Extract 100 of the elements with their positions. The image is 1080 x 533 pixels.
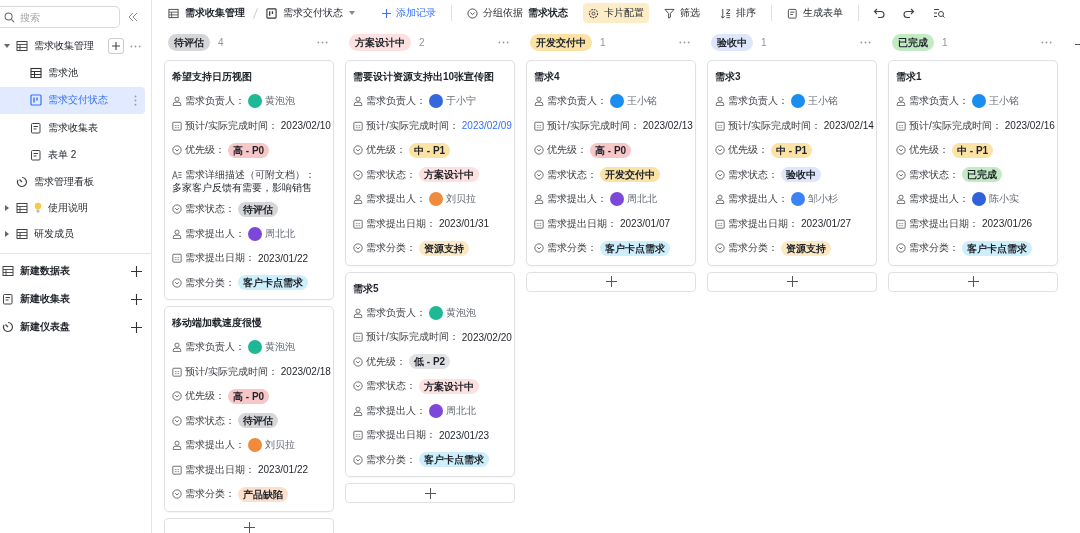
- more-icon[interactable]: [130, 44, 141, 48]
- field-label: 需求提出人：: [366, 403, 426, 418]
- create-item[interactable]: 新建数据表: [0, 257, 145, 285]
- record-card[interactable]: 需求3 需求负责人： 王小铭 预计/实际完成时间： 2023/02/14 优先级： 中 - P1 需求状态： 验收中 需求提出人： 邹小杉 需求提出日期： 2023/01/27 需求分类： 资源支持: [707, 60, 877, 266]
- chevron-circle-icon: [353, 454, 363, 465]
- caret-icon[interactable]: [4, 205, 10, 211]
- chevron-circle-icon: [534, 145, 544, 156]
- field-label: 需求详细描述（可附文档）：: [185, 167, 315, 182]
- more-icon[interactable]: [679, 40, 690, 44]
- option-tag: 高 - P0: [228, 388, 270, 404]
- form-icon: [30, 121, 42, 134]
- person-icon: [172, 228, 182, 239]
- person-icon: [172, 96, 182, 107]
- card-title: 需求3: [715, 70, 742, 84]
- plus-icon[interactable]: [131, 265, 142, 277]
- kanban-icon: [266, 7, 277, 19]
- field-label: 需求分类：: [185, 275, 235, 290]
- add-record-button[interactable]: 添加记录: [377, 3, 441, 23]
- breadcrumb-item[interactable]: 需求收集管理: [168, 6, 245, 20]
- generate-form-button[interactable]: 生成表单: [782, 3, 848, 23]
- field-label: 需求提出日期：: [185, 251, 255, 266]
- person-icon: [172, 440, 182, 451]
- tree-item[interactable]: 研发成员: [0, 221, 145, 247]
- search-icon[interactable]: [933, 7, 945, 19]
- status-tag: 方案设计中: [349, 33, 411, 51]
- chevron-circle-icon: [534, 169, 544, 180]
- plus-icon[interactable]: [131, 293, 142, 305]
- record-card[interactable]: 需要设计资源支持出10张宣传图 需求负责人： 于小宁 预计/实际完成时间： 2023/02/09 优先级： 中 - P1 需求状态： 方案设计中 需求提出人： 刘贝拉 需求提出日期： 2023/01/31 需求分类： 资源支持: [345, 60, 515, 266]
- record-card[interactable]: 希望支持日历视图 需求负责人： 黄泡泡 预计/实际完成时间： 2023/02/10 优先级： 高 - P0 需求详细描述（可附文档）： 多家客户反馈有需要，影响销售 需求状态： 待评估 需求提出人： 周北北 需求提出日期： 2023/01/22 需求分类： 客户卡点需求: [164, 60, 334, 300]
- more-icon[interactable]: [498, 40, 509, 44]
- option-tag: 方案设计中: [419, 167, 479, 183]
- field-label: 需求分类：: [185, 487, 235, 502]
- date-value: 2023/02/14: [823, 120, 874, 132]
- gauge-icon: [16, 176, 28, 188]
- card-title: 需要设计资源支持出10张宣传图: [353, 70, 496, 84]
- tree-item[interactable]: 需求收集管理: [0, 33, 145, 59]
- option-tag: 产品缺陷: [238, 486, 288, 502]
- plus-icon: [243, 522, 255, 533]
- create-item[interactable]: 新建仪表盘: [0, 313, 145, 341]
- person-name: 周北北: [627, 192, 657, 207]
- more-icon[interactable]: [134, 94, 137, 106]
- caret-icon[interactable]: [4, 43, 10, 49]
- record-card[interactable]: 需求5 需求负责人： 黄泡泡 预计/实际完成时间： 2023/02/20 优先级： 低 - P2 需求状态： 方案设计中 需求提出人： 周北北 需求提出日期： 2023/01/23 需求分类： 客户卡点需求: [345, 271, 515, 477]
- record-card[interactable]: 需求1 需求负责人： 王小铭 预计/实际完成时间： 2023/02/16 优先级： 中 - P1 需求状态： 已完成 需求提出人： 陈小实 需求提出日期： 2023/01/26 需求分类： 客户卡点需求: [888, 60, 1058, 266]
- person-name: 王小铭: [808, 94, 838, 109]
- dropdown-icon: [349, 11, 355, 15]
- sort-button[interactable]: 排序: [715, 3, 761, 23]
- caret-icon[interactable]: [4, 231, 10, 237]
- undo-icon[interactable]: [873, 7, 885, 19]
- option-tag: 高 - P0: [228, 142, 270, 158]
- tree-item[interactable]: 需求收集表: [0, 114, 145, 142]
- create-item[interactable]: 新建收集表: [0, 285, 145, 313]
- person-icon: [896, 96, 906, 107]
- tree-item[interactable]: 使用说明: [0, 195, 145, 221]
- field-label: 需求提出日期：: [366, 216, 436, 231]
- option-tag: 待评估: [238, 413, 278, 429]
- more-icon[interactable]: [860, 40, 871, 44]
- tree-item[interactable]: 表单 2: [0, 141, 145, 169]
- more-icon[interactable]: [317, 40, 328, 44]
- field-label: 预计/实际完成时间：: [366, 330, 459, 345]
- person-name: 黄泡泡: [265, 340, 295, 355]
- field-label: 需求分类：: [366, 241, 416, 256]
- gear-button[interactable]: 卡片配置: [583, 3, 649, 23]
- calendar-icon: [715, 120, 725, 131]
- chevron-circle-icon: [172, 391, 182, 402]
- calendar-icon: [353, 218, 363, 229]
- tree-item[interactable]: 需求管理看板: [0, 169, 145, 195]
- date-value: 2023/01/22: [258, 464, 309, 476]
- plus-icon: [424, 487, 436, 499]
- field-label: 需求分类：: [909, 241, 959, 256]
- plus-icon: [382, 8, 391, 18]
- more-icon[interactable]: [1041, 40, 1052, 44]
- filter-button[interactable]: 筛选: [659, 3, 705, 23]
- search-field[interactable]: 搜索: [0, 6, 120, 28]
- calendar-icon: [353, 120, 363, 131]
- calendar-icon: [172, 366, 182, 377]
- redo-icon[interactable]: [903, 7, 915, 19]
- search-icon: [4, 11, 15, 23]
- tree-item[interactable]: 需求交付状态: [0, 86, 145, 114]
- card-count: 4: [218, 36, 225, 48]
- field-label: 优先级：: [366, 354, 406, 369]
- add-button[interactable]: [108, 38, 124, 54]
- group-by-button[interactable]: 分组依据 需求状态: [462, 3, 573, 23]
- option-tag: 中 - P1: [771, 142, 813, 158]
- person-name: 周北北: [265, 226, 295, 241]
- person-name: 周北北: [446, 403, 476, 418]
- plus-icon[interactable]: [131, 321, 142, 333]
- record-card[interactable]: 需求4 需求负责人： 王小铭 预计/实际完成时间： 2023/02/13 优先级： 高 - P0 需求状态： 开发交付中 需求提出人： 周北北 需求提出日期： 2023/01/07 需求分类： 客户卡点需求: [526, 60, 696, 266]
- card-count: 1: [761, 36, 768, 48]
- date-value: 2023/01/22: [258, 252, 309, 264]
- table-icon: [2, 265, 14, 277]
- person-name: 刘贝拉: [446, 192, 476, 207]
- record-card[interactable]: 移动端加载速度很慢 需求负责人： 黄泡泡 预计/实际完成时间： 2023/02/18 优先级： 高 - P0 需求状态： 待评估 需求提出人： 刘贝拉 需求提出日期： 2023/01/22 需求分类： 产品缺陷: [164, 306, 334, 512]
- field-label: 需求提出日期：: [909, 216, 979, 231]
- date-value: 2023/01/27: [801, 218, 852, 230]
- tree-item[interactable]: 需求池: [0, 59, 145, 87]
- breadcrumb-item[interactable]: 需求交付状态: [266, 6, 355, 20]
- collapse-icon[interactable]: [128, 13, 138, 21]
- person-name: 邹小杉: [808, 192, 838, 207]
- field-label: 需求状态：: [366, 379, 416, 394]
